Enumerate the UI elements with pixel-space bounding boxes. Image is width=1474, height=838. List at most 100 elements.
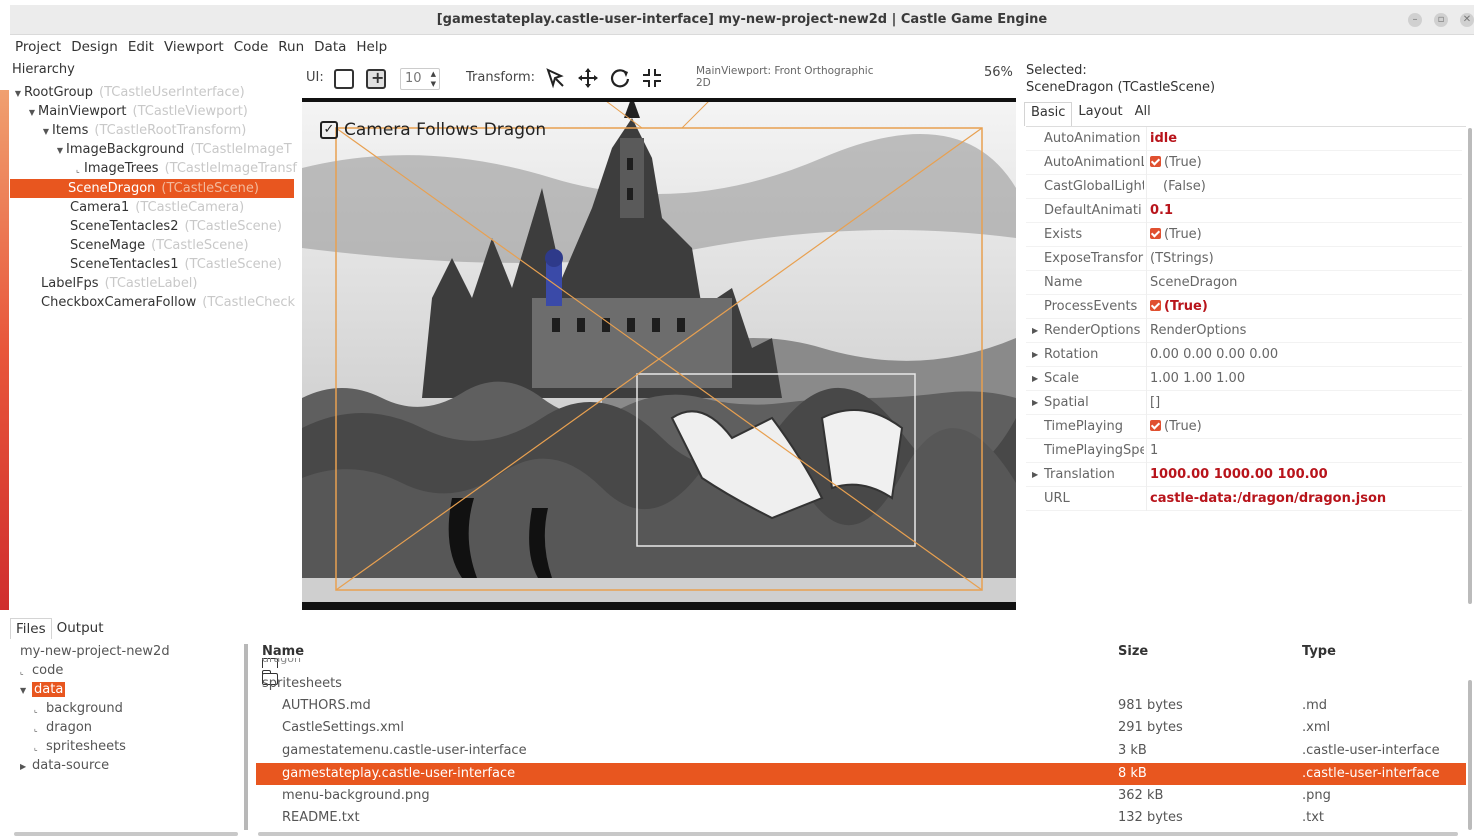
expand-arrow-icon[interactable]: ▶ (1032, 319, 1038, 343)
panel-splitter[interactable] (244, 644, 248, 830)
property-row[interactable]: TimePlayingSpe 1 (1026, 439, 1462, 463)
spinner-arrows-icon[interactable]: ▲ ▼ (431, 69, 436, 89)
menu-viewport[interactable]: Viewport (159, 36, 229, 58)
menu-data[interactable]: Data (309, 36, 351, 58)
property-row[interactable]: Name SceneDragon (1026, 271, 1462, 295)
ui-checkbox-unchecked[interactable] (334, 69, 354, 89)
property-row[interactable]: URL castle-data:/dragon/dragon.json (1026, 487, 1462, 511)
property-row[interactable]: ▶ Rotation 0.00 0.00 0.00 0.00 (1026, 343, 1462, 367)
expand-arrow-icon[interactable]: ▶ (1032, 463, 1038, 487)
property-row[interactable]: ProcessEvents (True) (1026, 295, 1462, 319)
menu-code[interactable]: Code (229, 36, 274, 58)
checkbox-checked-icon[interactable] (1150, 156, 1161, 167)
property-row[interactable]: ▶ Spatial[] (1026, 391, 1462, 415)
tree-item-dragon[interactable]: ⌞ dragon (34, 718, 92, 737)
tree-item-items[interactable]: ▼ Items (TCastleRootTransform) (40, 121, 324, 140)
collapse-arrow-icon[interactable]: ▼ (40, 122, 52, 140)
files-tree: my-new-project-new2d ⌞ code ▼ data ⌞ backgr… (14, 642, 248, 832)
grid-size-spinner[interactable]: 10 ▲ ▼ (400, 68, 440, 90)
menu-design[interactable]: Design (66, 36, 123, 58)
minimize-button[interactable]: – (1408, 13, 1422, 27)
scene-illustration (302, 98, 1016, 610)
checkbox-checked-icon[interactable] (1150, 420, 1161, 431)
menu-project[interactable]: Project (10, 36, 66, 58)
menu-bar: Project Design Edit Viewport Code Run Da… (10, 36, 392, 58)
checkbox-checked-icon[interactable] (1150, 228, 1161, 239)
rotate-tool-icon[interactable] (608, 67, 632, 89)
column-size[interactable]: Size (1118, 644, 1148, 659)
expand-arrow-icon[interactable]: ▶ (20, 757, 32, 776)
expand-arrow-icon[interactable]: ▶ (1032, 391, 1038, 415)
property-row[interactable]: AutoAnimationL (True) (1026, 151, 1462, 175)
design-viewport[interactable]: ✓ Camera Follows Dragon (302, 98, 1016, 610)
property-row[interactable]: DefaultAnimati 0.1 (1026, 199, 1462, 223)
checkbox-checked-icon[interactable] (1150, 300, 1161, 311)
column-type[interactable]: Type (1302, 644, 1336, 659)
list-item[interactable]: menu-background.png 362 kB .png (256, 785, 1466, 807)
property-row[interactable]: CastGlobalLight (False) (1026, 175, 1462, 199)
selected-info: Selected: SceneDragon (TCastleScene) (1026, 63, 1216, 95)
scale-tool-icon[interactable] (640, 67, 664, 89)
ui-checkbox-add[interactable] (366, 68, 386, 89)
property-row[interactable]: ▶ Translation 1000.00 1000.00 100.00 (1026, 463, 1462, 487)
list-item[interactable]: gamestatemenu.castle-user-interface 3 kB… (256, 740, 1466, 762)
tree-item-labelfps[interactable]: LabelFps (TCastleLabel) (41, 274, 325, 293)
files-list: Name Size Type dragon spritesheets AUTHO… (256, 642, 1470, 836)
menu-run[interactable]: Run (273, 36, 309, 58)
tree-item-data[interactable]: ▼ data (20, 680, 66, 700)
tab-layout[interactable]: Layout (1072, 102, 1128, 126)
menu-edit[interactable]: Edit (123, 36, 159, 58)
tree-item-checkboxcamerafollow[interactable]: CheckboxCameraFollow (TCastleCheck (41, 293, 325, 312)
list-item[interactable]: AUTHORS.md 981 bytes .md (256, 695, 1466, 717)
property-row[interactable]: ExposeTransfor (TStrings) (1026, 247, 1462, 271)
list-item-selected[interactable]: gamestateplay.castle-user-interface 8 kB… (256, 763, 1466, 785)
collapse-arrow-icon[interactable]: ▼ (12, 84, 24, 102)
tab-basic[interactable]: Basic (1024, 102, 1073, 126)
property-row[interactable]: ▶ Scale 1.00 1.00 1.00 (1026, 367, 1462, 391)
tree-item-data-source[interactable]: ▶ data-source (20, 756, 109, 775)
list-item[interactable]: dragon (256, 658, 1466, 668)
close-button[interactable]: ✕ (1460, 13, 1474, 27)
tree-item-spritesheets[interactable]: ⌞ spritesheets (34, 737, 126, 756)
property-row[interactable]: Exists (True) (1026, 223, 1462, 247)
tab-all[interactable]: All (1129, 102, 1157, 126)
tree-item-background[interactable]: ⌞ background (34, 699, 123, 718)
hierarchy-title: Hierarchy (12, 62, 75, 77)
tree-item-project-root[interactable]: my-new-project-new2d (20, 642, 170, 661)
collapse-arrow-icon[interactable]: ▼ (26, 103, 38, 121)
expand-arrow-icon[interactable]: ▶ (1032, 367, 1038, 391)
tree-item-mainviewport[interactable]: ▼ MainViewport (TCastleViewport) (26, 102, 310, 121)
property-row[interactable]: ▶ RenderOptions RenderOptions (1026, 319, 1462, 343)
move-tool-icon[interactable] (576, 67, 600, 89)
tab-output[interactable]: Output (52, 618, 109, 639)
files-list-hscrollbar[interactable] (258, 832, 1458, 836)
select-tool-icon[interactable] (544, 67, 568, 89)
menu-help[interactable]: Help (351, 36, 392, 58)
maximize-button[interactable]: ▫ (1434, 13, 1448, 27)
inspector-tabs: Basic Layout All (1024, 102, 1157, 126)
tree-item-scenedragon[interactable]: SceneDragon (TCastleScene) (10, 179, 294, 198)
collapse-arrow-icon[interactable]: ▼ (20, 681, 32, 700)
files-tree-hscrollbar[interactable] (14, 832, 238, 836)
files-scrollbar[interactable] (1468, 680, 1472, 830)
viewport-camera-info: MainViewport: Front Orthographic 2D (696, 65, 874, 89)
ui-label: UI: (306, 70, 324, 85)
list-item[interactable]: README.txt 132 bytes .txt (256, 807, 1466, 829)
property-row[interactable]: TimePlaying (True) (1026, 415, 1462, 439)
window-titlebar: [gamestateplay.castle-user-interface] my… (10, 5, 1474, 35)
expand-arrow-icon[interactable]: ▶ (1032, 343, 1038, 367)
inspector-scrollbar[interactable] (1468, 128, 1472, 604)
list-item[interactable]: spritesheets (256, 670, 1466, 695)
tree-item-imagebackground[interactable]: ▼ ImageBackground (TCastleImageT (54, 140, 338, 159)
zoom-level: 56% (984, 65, 1013, 80)
column-name[interactable]: Name (262, 644, 304, 659)
list-item[interactable]: CastleSettings.xml 291 bytes .xml (256, 717, 1466, 739)
property-grid: AutoAnimation idle AutoAnimationL (True) C… (1026, 126, 1466, 614)
property-row[interactable]: AutoAnimation idle (1026, 127, 1462, 151)
hierarchy-tree: ▼ RootGroup (TCastleUserInterface) ▼ MainVi… (10, 82, 297, 612)
camera-follows-dragon-checkbox[interactable]: ✓ Camera Follows Dragon (320, 120, 546, 140)
tree-item-rootgroup[interactable]: ▼ RootGroup (TCastleUserInterface) (12, 83, 296, 102)
tab-files[interactable]: Files (10, 618, 52, 639)
tree-item-code[interactable]: ⌞ code (20, 661, 63, 680)
collapse-arrow-icon[interactable]: ▼ (54, 141, 66, 159)
